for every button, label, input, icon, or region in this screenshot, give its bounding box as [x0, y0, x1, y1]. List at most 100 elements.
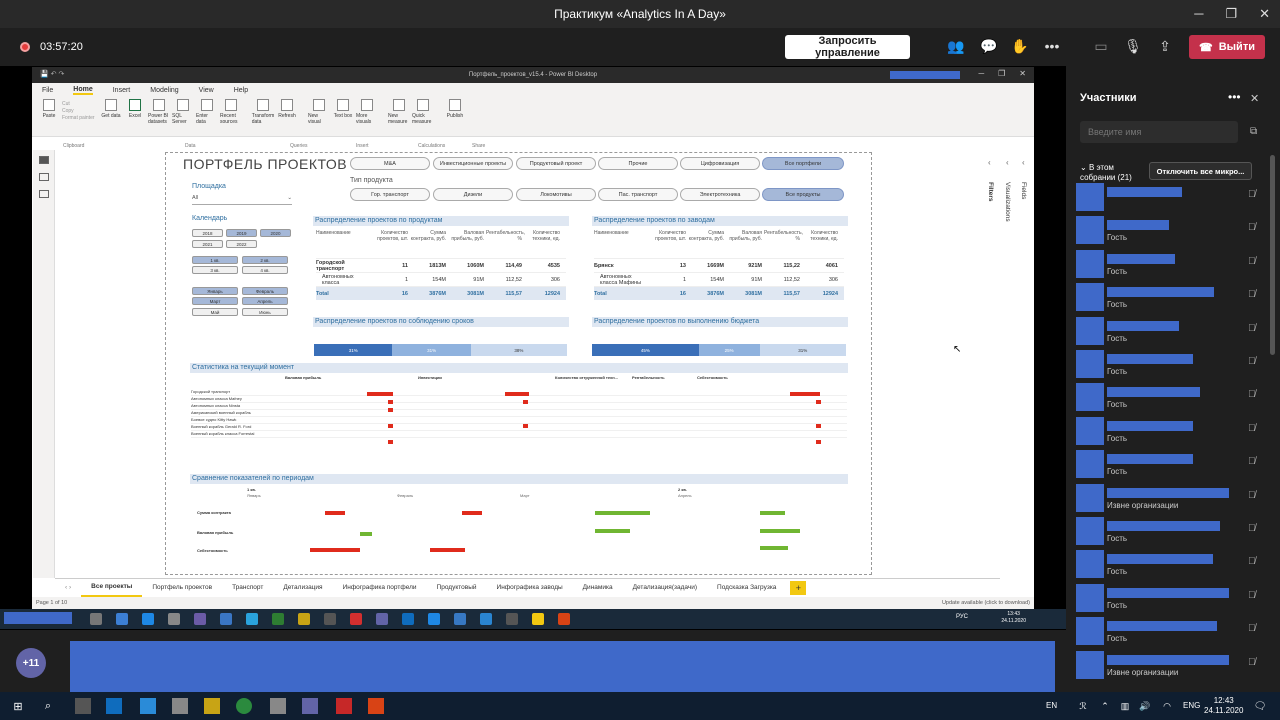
table-row[interactable]: Военный корабль Gerald R. Ford [191, 424, 847, 431]
slicer-portfolio-other[interactable]: Прочие [598, 157, 678, 170]
update-link[interactable]: Update available (click to download) [942, 600, 1030, 606]
powerpoint-icon[interactable] [368, 698, 384, 714]
slicer-portfolio-digital[interactable]: Цифровизация [680, 157, 760, 170]
slicer-type-diesel[interactable]: Дизели [433, 188, 513, 201]
acrobat-icon[interactable] [336, 698, 352, 714]
quarter-4[interactable]: 4 кв. [242, 266, 288, 274]
teams-icon[interactable] [302, 698, 318, 714]
tab-home[interactable]: Home [73, 86, 93, 95]
outlook-icon[interactable] [106, 698, 122, 714]
search-icon[interactable]: ⌕ [40, 698, 56, 714]
share-screen-icon[interactable]: ⇪ [1156, 38, 1174, 55]
app-icon[interactable] [140, 698, 156, 714]
page-tab[interactable]: Детализация [273, 579, 332, 597]
new-visual-button[interactable]: New visual [308, 97, 330, 136]
participant-item[interactable]: Гость 🎙̸ [1076, 517, 1256, 547]
minimize-icon[interactable]: ─ [978, 69, 984, 78]
format-painter-button[interactable]: Format painter [62, 115, 100, 122]
participant-item[interactable]: Извне организации 🎙̸ [1076, 483, 1256, 514]
table-row[interactable]: Автономных класса 1 154M 91M 112,52 306 [316, 272, 566, 286]
people-icon[interactable]: ℛ [1075, 698, 1091, 714]
area-dropdown[interactable]: All ⌄ [192, 195, 292, 205]
month-may[interactable]: Май [192, 308, 238, 316]
participant-item[interactable]: Гость 🎙̸ [1076, 383, 1256, 413]
in-meeting-header[interactable]: ⌄ В этом собрании (21) [1080, 163, 1142, 183]
refresh-button[interactable]: Refresh [276, 97, 298, 136]
mic-off-icon[interactable]: 🎙̸ [1248, 256, 1256, 267]
budget-stacked-bar[interactable]: 45% 25% 31% [592, 344, 846, 356]
mic-off-icon[interactable]: 🎙 [1124, 38, 1142, 55]
table-row[interactable]: Боевое судно Kitty Hawk [191, 417, 847, 424]
quick-access-icons[interactable]: 💾 ↶ ↷ [40, 70, 64, 78]
participant-item[interactable]: Гость 🎙̸ [1076, 249, 1256, 280]
page-tab[interactable]: Динамика [573, 579, 623, 597]
text-box-button[interactable]: Text box [332, 97, 354, 136]
participants-icon[interactable]: 👥 [947, 38, 965, 55]
mic-off-icon[interactable]: 🎙̸ [1248, 356, 1256, 367]
month-jan[interactable]: Январь [192, 287, 238, 295]
more-options-icon[interactable]: ••• [1228, 90, 1241, 104]
prev-page-icon[interactable]: ‹ › [55, 579, 81, 597]
taskview-icon[interactable] [75, 698, 91, 714]
model-view-icon[interactable] [38, 190, 49, 198]
transform-data-button[interactable]: Transform data [252, 97, 274, 136]
month-mar[interactable]: Март [192, 297, 238, 305]
table-row[interactable]: Автономных класса Мафины 1 154M 91M 112,52 30… [594, 272, 844, 286]
publish-button[interactable]: Publish [444, 97, 466, 136]
input-lang-short[interactable]: EN [1046, 701, 1057, 710]
maximize-icon[interactable]: ❐ [1225, 6, 1237, 22]
slicer-type-electro[interactable]: Электротехника [680, 188, 760, 201]
table-row[interactable]: Американский военный корабль [191, 410, 847, 417]
input-lang[interactable]: ENG [1183, 701, 1200, 710]
share-invite-icon[interactable]: ⧉ [1250, 126, 1257, 137]
copy-button[interactable]: Copy [62, 108, 100, 115]
page-tab[interactable]: Портфель проектов [142, 579, 222, 597]
year-2019[interactable]: 2019 [226, 229, 257, 237]
mute-all-button[interactable]: Отключить все микро... [1149, 162, 1252, 180]
month-jun[interactable]: Июнь [242, 308, 288, 316]
report-view-icon[interactable] [38, 156, 49, 164]
raise-hand-icon[interactable]: ✋ [1011, 38, 1029, 55]
table-row[interactable]: Автономных класса Ninsta [191, 403, 847, 410]
participant-item[interactable]: Гость 🎙̸ [1076, 216, 1256, 246]
sql-server-button[interactable]: SQL Server [172, 97, 194, 136]
participant-item[interactable]: Гость 🎙̸ [1076, 450, 1256, 480]
mic-off-icon[interactable]: 🎙̸ [1248, 389, 1256, 400]
minimize-icon[interactable]: ─ [1194, 6, 1203, 22]
fields-pane-toggle[interactable]: Fields [1020, 182, 1027, 199]
collapse-visualizations-icon[interactable]: ‹ [1006, 158, 1009, 167]
excel-button[interactable]: Excel [124, 97, 146, 136]
month-apr[interactable]: Апрель [242, 297, 288, 305]
page-tab[interactable]: Детализация(задачи) [623, 579, 707, 597]
folder-icon[interactable] [204, 698, 220, 714]
filters-pane-toggle[interactable]: Filters [987, 182, 994, 202]
slicer-type-all[interactable]: Все продукты [762, 188, 844, 201]
year-2022[interactable]: 2022 [226, 240, 257, 248]
participant-search-input[interactable] [1080, 121, 1238, 143]
mic-off-icon[interactable]: 🎙̸ [1248, 189, 1256, 200]
slicer-portfolio-ma[interactable]: M&A [350, 157, 430, 170]
deadline-stacked-bar[interactable]: 31% 31% 38% [314, 344, 567, 356]
year-2020[interactable]: 2020 [260, 229, 291, 237]
mic-off-icon[interactable]: 🎙̸ [1248, 423, 1256, 434]
collapse-filters-icon[interactable]: ‹ [988, 158, 991, 167]
notifications-icon[interactable]: 🗨 [1252, 698, 1268, 714]
close-icon[interactable]: ✕ [1019, 69, 1026, 78]
mic-off-icon[interactable]: 🎙̸ [1248, 657, 1256, 668]
request-control-button[interactable]: Запросить управление [785, 35, 910, 59]
table-row[interactable]: Брянск 13 1669M 921M 115,22 4061 [594, 258, 844, 272]
wifi-icon[interactable]: ◠ [1159, 698, 1175, 714]
year-2021[interactable]: 2021 [192, 240, 223, 248]
participant-item[interactable]: Гость 🎙̸ [1076, 617, 1256, 647]
add-page-button[interactable]: + [790, 580, 807, 595]
scrollbar[interactable] [1270, 155, 1275, 355]
mic-off-icon[interactable]: 🎙̸ [1248, 490, 1256, 501]
mic-off-icon[interactable]: 🎙̸ [1248, 222, 1256, 233]
mic-off-icon[interactable]: 🎙̸ [1248, 289, 1256, 300]
chrome-icon[interactable] [236, 698, 252, 714]
mic-off-icon[interactable]: 🎙̸ [1248, 556, 1256, 567]
paste-button[interactable]: Paste [38, 97, 60, 136]
maximize-icon[interactable]: ❐ [998, 69, 1005, 78]
page-tab[interactable]: Подсказка Загрузка [707, 579, 786, 597]
mic-off-icon[interactable]: 🎙̸ [1248, 323, 1256, 334]
